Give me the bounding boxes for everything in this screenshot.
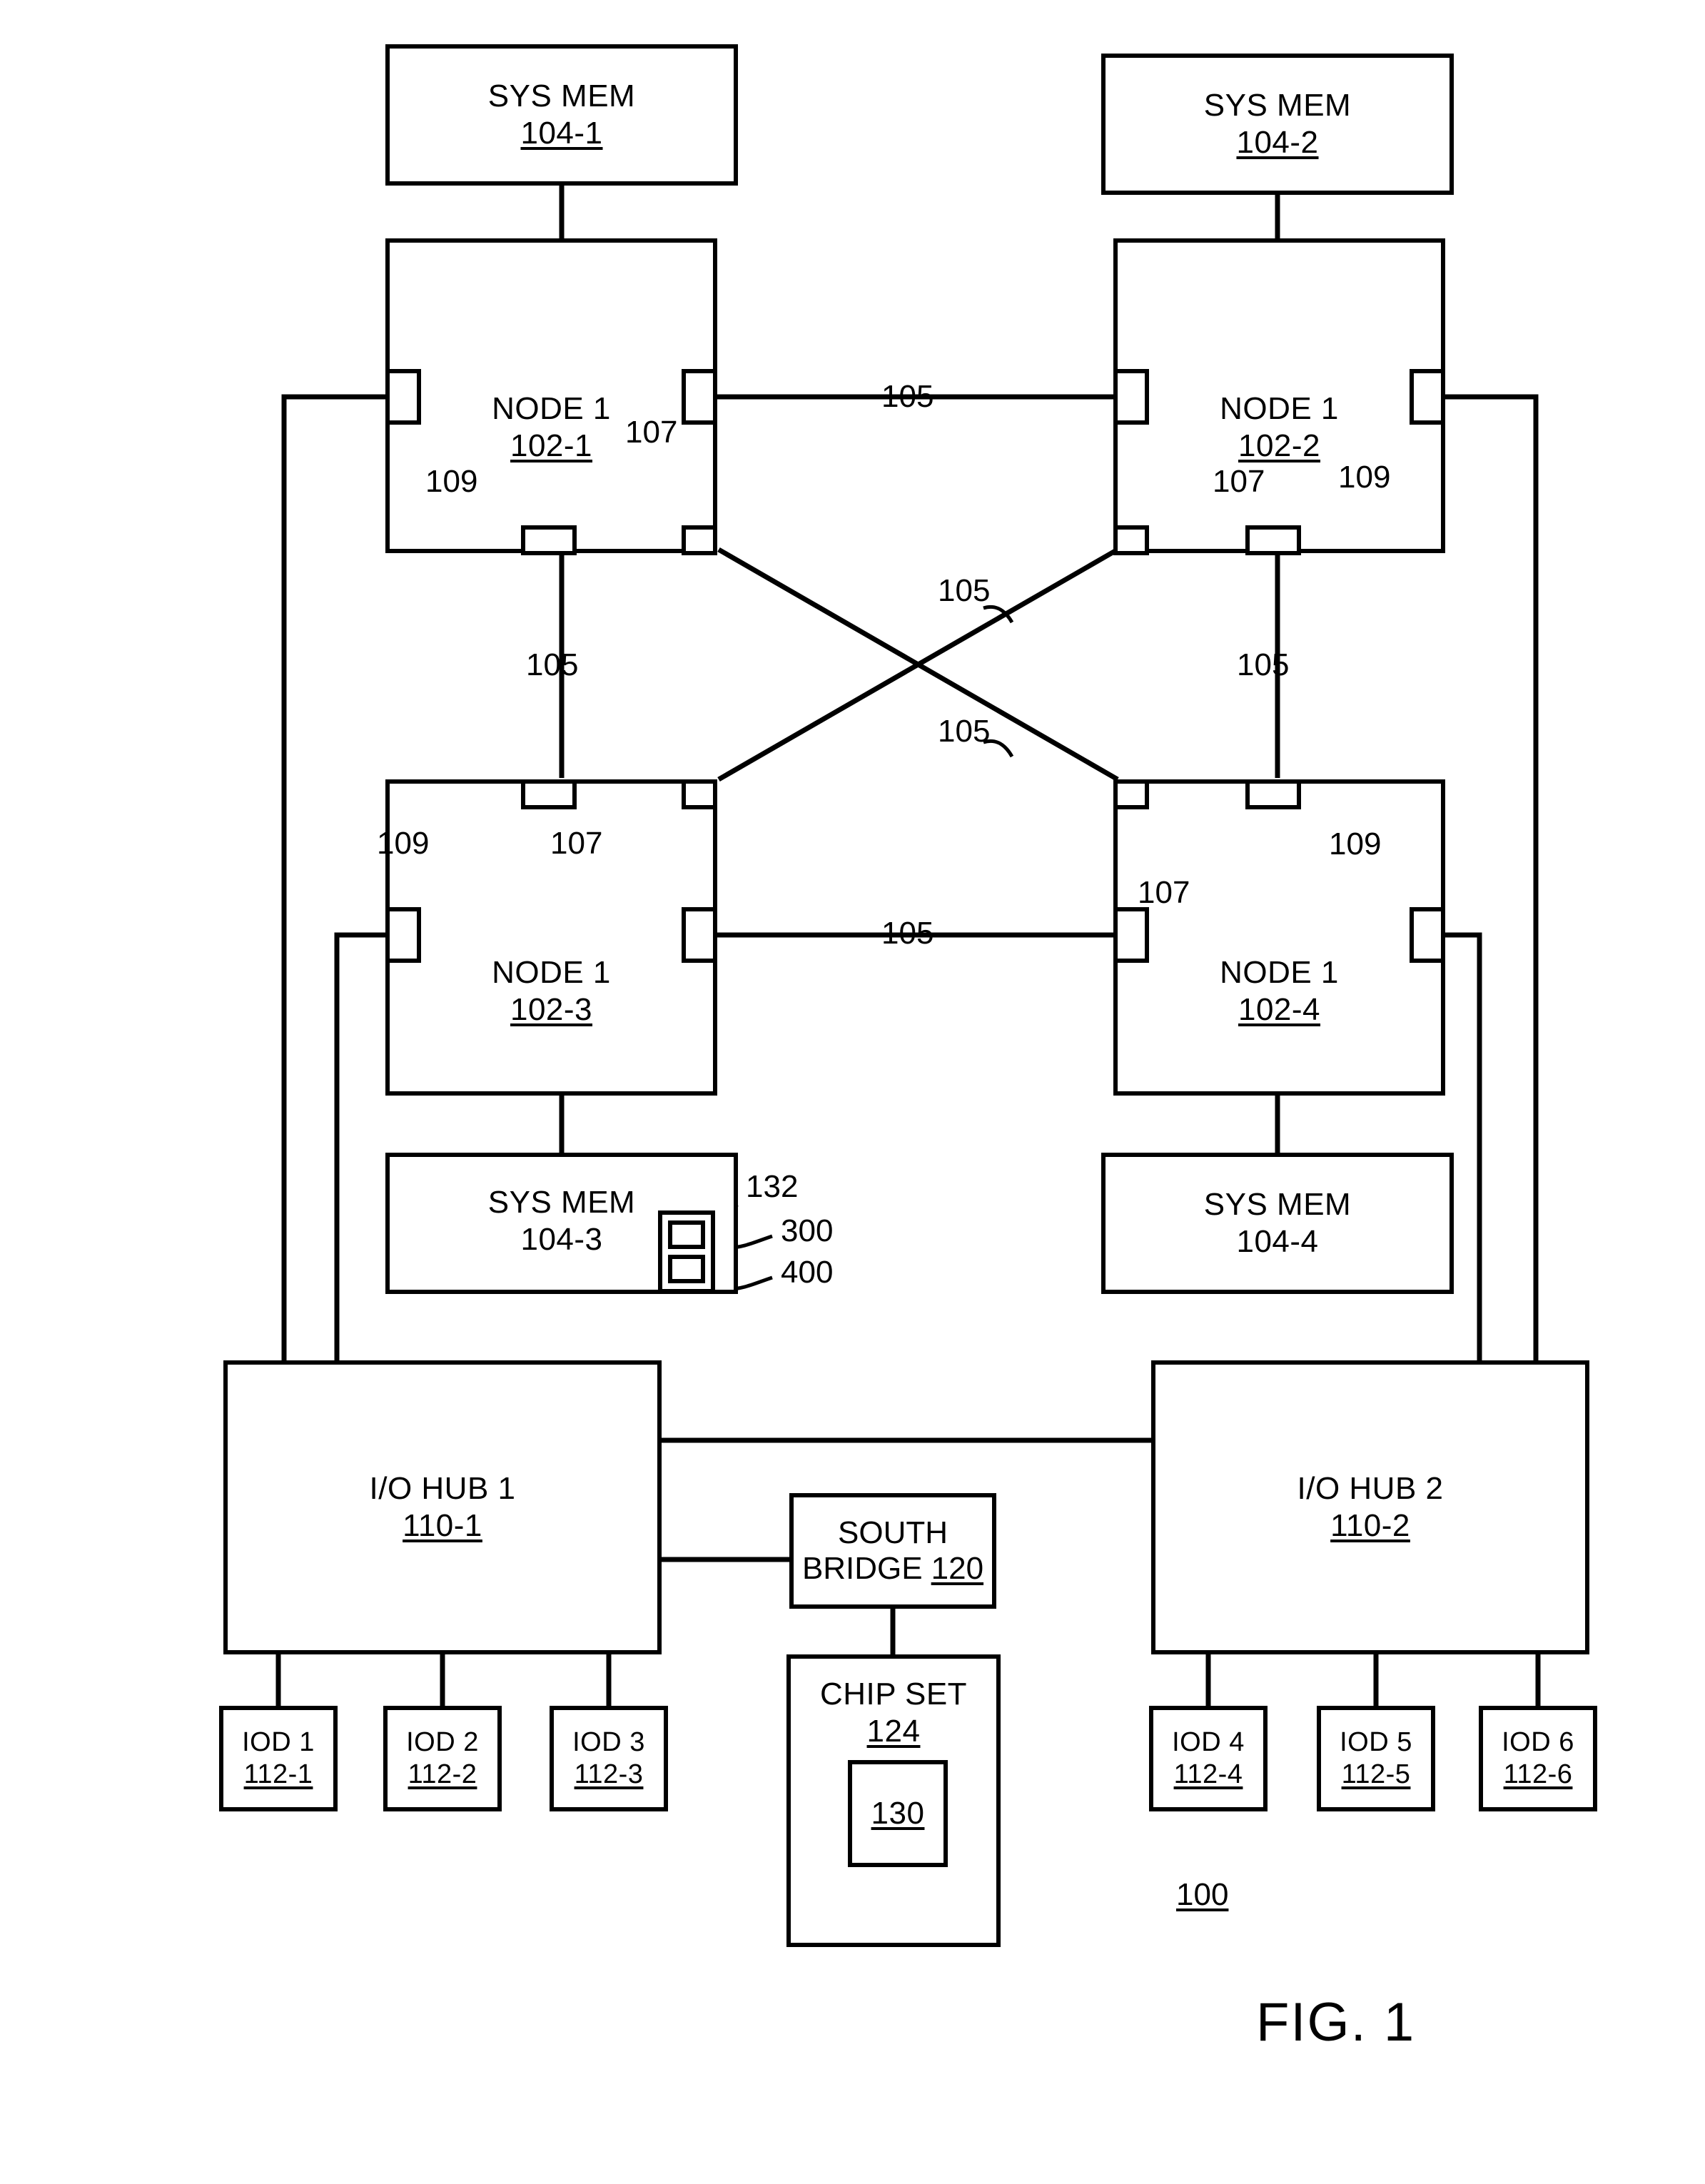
callout-109-node-1: 109 xyxy=(425,464,478,499)
node-102-3-title: NODE 1 xyxy=(492,954,611,990)
node-102-1-ref: 102-1 xyxy=(510,428,593,463)
node-102-1-port-bottom xyxy=(521,525,577,555)
south-bridge-line2: BRIDGE xyxy=(801,1551,923,1586)
sys-mem-104-1-title: SYS MEM xyxy=(487,79,636,114)
sys-mem-104-2-ref: 104-2 xyxy=(1236,125,1319,160)
chip-set-ref: 124 xyxy=(866,1713,921,1749)
iod-112-2-ref: 112-2 xyxy=(408,1759,477,1789)
io-hub-1: I/O HUB 1 110-1 xyxy=(223,1360,662,1654)
patent-figure-page: SYS MEM 104-1 SYS MEM 104-2 SYS MEM 104-… xyxy=(0,0,1705,2184)
iod-112-2-title: IOD 2 xyxy=(406,1727,479,1758)
callout-107-node-2: 107 xyxy=(1213,464,1265,499)
sys-mem-104-2: SYS MEM 104-2 xyxy=(1101,54,1454,195)
chip-set-inner-ref: 130 xyxy=(871,1796,925,1831)
sys-mem-104-4: SYS MEM 104-4 xyxy=(1101,1153,1454,1294)
sys-mem-104-1: SYS MEM 104-1 xyxy=(385,44,738,186)
callout-109-node-3: 109 xyxy=(377,826,430,861)
callout-105-cross-lower: 105 xyxy=(938,714,991,749)
sys-mem-104-3-title: SYS MEM xyxy=(487,1185,636,1220)
io-hub-2-ref: 110-2 xyxy=(1330,1508,1410,1543)
iod-112-5: IOD 5 112-5 xyxy=(1317,1706,1435,1811)
callout-109-node-4: 109 xyxy=(1329,826,1382,861)
node-102-3-port-corner xyxy=(682,779,717,809)
node-102-3-port-left xyxy=(385,907,421,963)
node-102-1-port-left xyxy=(385,369,421,425)
node-102-1-port-corner xyxy=(682,525,717,555)
node-102-2-ref: 102-2 xyxy=(1238,428,1321,463)
iod-112-1: IOD 1 112-1 xyxy=(219,1706,338,1811)
io-hub-2-title: I/O HUB 2 xyxy=(1297,1471,1444,1507)
callout-400: 400 xyxy=(781,1255,834,1290)
node-102-3-ref: 102-3 xyxy=(510,991,593,1027)
io-hub-1-ref: 110-1 xyxy=(403,1508,482,1543)
node-102-2: NODE 1 102-2 xyxy=(1113,238,1445,553)
south-bridge: SOUTH BRIDGE 120 xyxy=(789,1493,996,1609)
callout-105-left-vert: 105 xyxy=(526,647,579,682)
figure-label: FIG. 1 xyxy=(1256,1992,1416,2053)
sys-mem-104-1-ref: 104-1 xyxy=(520,116,603,151)
node-102-4: NODE 1 102-4 xyxy=(1113,779,1445,1096)
node-102-4-port-left xyxy=(1113,907,1149,963)
callout-107-node-1: 107 xyxy=(625,415,678,450)
node-102-4-port-corner xyxy=(1113,779,1149,809)
node-102-2-port-bottom xyxy=(1245,525,1301,555)
memory-cell-400 xyxy=(668,1255,705,1283)
callout-system-100: 100 xyxy=(1176,1877,1229,1912)
sys-mem-104-3-ref: 104-3 xyxy=(520,1222,603,1257)
node-102-2-port-right xyxy=(1410,369,1445,425)
callout-107-node-4: 107 xyxy=(1138,875,1190,910)
iod-112-3-ref: 112-3 xyxy=(574,1759,644,1789)
chip-set: CHIP SET 124 130 xyxy=(786,1654,1001,1947)
callout-300: 300 xyxy=(781,1213,834,1248)
callout-105-bottom: 105 xyxy=(881,916,934,951)
callout-105-cross-upper: 105 xyxy=(938,573,991,608)
sys-mem-104-4-title: SYS MEM xyxy=(1203,1187,1352,1223)
iod-112-4: IOD 4 112-4 xyxy=(1149,1706,1268,1811)
memory-cell-300 xyxy=(668,1220,705,1249)
callout-105-top: 105 xyxy=(881,379,934,414)
sys-mem-104-4-ref: 104-4 xyxy=(1236,1224,1319,1259)
io-hub-1-title: I/O HUB 1 xyxy=(369,1471,516,1507)
iod-112-6-title: IOD 6 xyxy=(1502,1727,1574,1758)
callout-109-node-2: 109 xyxy=(1338,460,1391,495)
iod-112-3: IOD 3 112-3 xyxy=(550,1706,668,1811)
iod-112-5-ref: 112-5 xyxy=(1341,1759,1411,1789)
node-102-2-title: NODE 1 xyxy=(1220,390,1339,426)
chip-set-inner-130: 130 xyxy=(848,1760,948,1867)
south-bridge-ref: 120 xyxy=(931,1551,984,1586)
iod-112-5-title: IOD 5 xyxy=(1340,1727,1412,1758)
io-hub-2: I/O HUB 2 110-2 xyxy=(1151,1360,1589,1654)
node-102-2-port-left xyxy=(1113,369,1149,425)
node-102-4-ref: 102-4 xyxy=(1238,991,1321,1027)
iod-112-4-title: IOD 4 xyxy=(1172,1727,1245,1758)
node-102-4-title: NODE 1 xyxy=(1220,954,1339,990)
iod-112-1-ref: 112-1 xyxy=(243,1759,313,1789)
iod-112-6: IOD 6 112-6 xyxy=(1479,1706,1597,1811)
callout-105-right-vert: 105 xyxy=(1237,647,1290,682)
callout-132: 132 xyxy=(746,1169,799,1204)
node-102-4-port-right xyxy=(1410,907,1445,963)
south-bridge-line1: SOUTH xyxy=(838,1515,948,1550)
callout-107-node-3: 107 xyxy=(550,826,603,861)
sys-mem-104-2-title: SYS MEM xyxy=(1203,88,1352,123)
iod-112-1-title: IOD 1 xyxy=(242,1727,315,1758)
node-102-3-port-top xyxy=(521,779,577,809)
iod-112-3-title: IOD 3 xyxy=(572,1727,645,1758)
node-102-1: NODE 1 102-1 xyxy=(385,238,717,553)
iod-112-4-ref: 112-4 xyxy=(1173,1759,1243,1789)
node-102-3-port-right xyxy=(682,907,717,963)
node-102-1-port-right xyxy=(682,369,717,425)
memory-region-132 xyxy=(658,1210,715,1293)
chip-set-title: CHIP SET xyxy=(819,1677,968,1712)
node-102-2-port-corner xyxy=(1113,525,1149,555)
node-102-4-port-top xyxy=(1245,779,1301,809)
node-102-1-title: NODE 1 xyxy=(492,390,611,426)
iod-112-2: IOD 2 112-2 xyxy=(383,1706,502,1811)
iod-112-6-ref: 112-6 xyxy=(1503,1759,1573,1789)
